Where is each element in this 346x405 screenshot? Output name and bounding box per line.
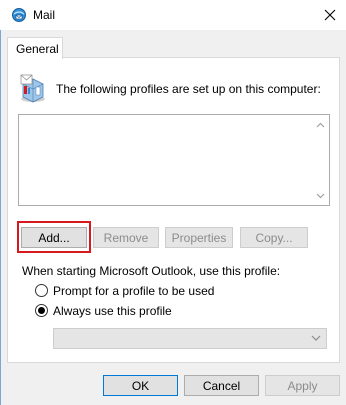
- chevron-down-icon: [311, 335, 321, 341]
- profiles-list[interactable]: [18, 114, 330, 206]
- scroll-down-icon[interactable]: [316, 191, 325, 200]
- ok-button[interactable]: OK: [103, 375, 178, 396]
- prompt-profile-radio[interactable]: [35, 284, 48, 297]
- apply-button[interactable]: Apply: [265, 375, 340, 396]
- tab-general-label: General: [16, 42, 59, 56]
- scroll-up-icon[interactable]: [316, 121, 325, 130]
- window-title: Mail: [33, 8, 56, 22]
- cancel-button[interactable]: Cancel: [184, 375, 259, 396]
- prompt-profile-label[interactable]: Prompt for a profile to be used: [53, 284, 214, 298]
- tab-general[interactable]: General: [7, 37, 63, 59]
- remove-button[interactable]: Remove: [93, 227, 159, 248]
- always-use-profile-label[interactable]: Always use this profile: [53, 304, 172, 318]
- profile-select[interactable]: [53, 328, 327, 349]
- profiles-label: The following profiles are set up on thi…: [56, 82, 321, 96]
- title-bar[interactable]: Mail: [0, 0, 346, 30]
- close-button[interactable]: [314, 0, 346, 30]
- radio-selected-dot: [38, 307, 45, 314]
- mail-profiles-icon: [17, 72, 49, 104]
- properties-button[interactable]: Properties: [165, 227, 233, 248]
- always-use-profile-radio[interactable]: [35, 304, 48, 317]
- profiles-list-scrollbar[interactable]: [312, 115, 329, 205]
- copy-button[interactable]: Copy...: [240, 227, 308, 248]
- mail-dialog: Mail General The following profiles are …: [0, 0, 346, 405]
- add-button[interactable]: Add...: [21, 227, 87, 248]
- close-icon: [324, 9, 336, 21]
- mail-setup-icon: [11, 7, 27, 23]
- startup-label: When starting Microsoft Outlook, use thi…: [22, 264, 281, 278]
